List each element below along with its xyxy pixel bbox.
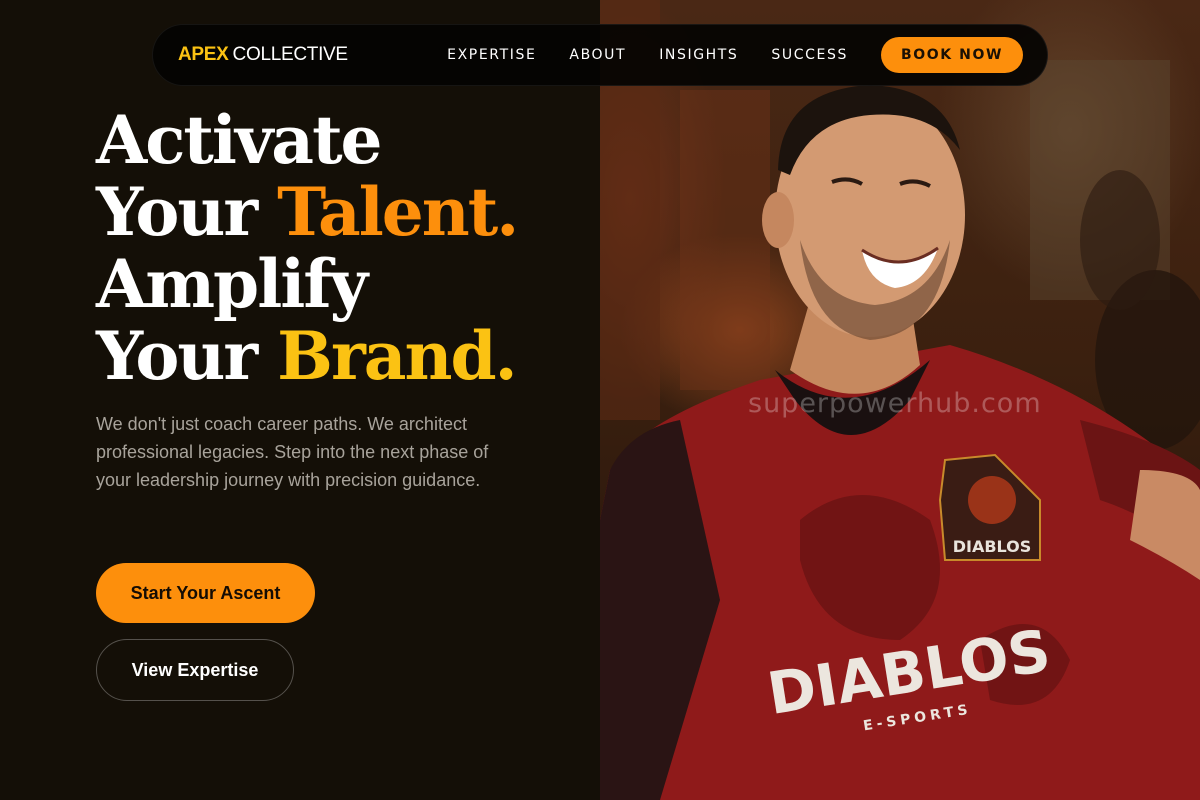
headline-line-2-plain: Your <box>96 173 258 251</box>
headline-line-2: Your Talent. <box>96 173 519 251</box>
watermark: superpowerhub.com <box>748 388 1042 419</box>
start-your-ascent-button[interactable]: Start Your Ascent <box>96 563 315 623</box>
headline-line-1: Activate <box>96 101 383 179</box>
nav-link-success[interactable]: SUCCESS <box>771 47 848 63</box>
headline-line-3: Amplify <box>96 245 368 323</box>
hero-headline: Activate Your Talent. Amplify Your Brand… <box>96 101 519 395</box>
jersey-crest-text: DIABLOS <box>953 537 1032 556</box>
headline-line-4: Your Brand. <box>96 317 518 395</box>
brand-logo-rest: COLLECTIVE <box>232 44 349 65</box>
nav-links: EXPERTISE ABOUT INSIGHTS SUCCESS BOOK NO… <box>447 37 1023 73</box>
nav-link-about[interactable]: ABOUT <box>569 47 626 63</box>
hero-subtitle: We don't just coach career paths. We arc… <box>96 414 489 490</box>
book-now-button[interactable]: BOOK NOW <box>880 37 1023 73</box>
nav-link-expertise[interactable]: EXPERTISE <box>447 47 536 63</box>
brand-logo[interactable]: APEX COLLECTIVE <box>178 44 348 66</box>
headline-line-4-plain: Your <box>96 317 258 395</box>
headline-accent-brand: Brand. <box>277 317 517 395</box>
nav-link-insights[interactable]: INSIGHTS <box>659 47 738 63</box>
brand-logo-highlight: APEX <box>178 44 229 65</box>
view-expertise-button[interactable]: View Expertise <box>96 639 294 701</box>
headline-accent-talent: Talent. <box>277 173 519 251</box>
top-navbar: APEX COLLECTIVE EXPERTISE ABOUT INSIGHTS … <box>152 24 1048 86</box>
